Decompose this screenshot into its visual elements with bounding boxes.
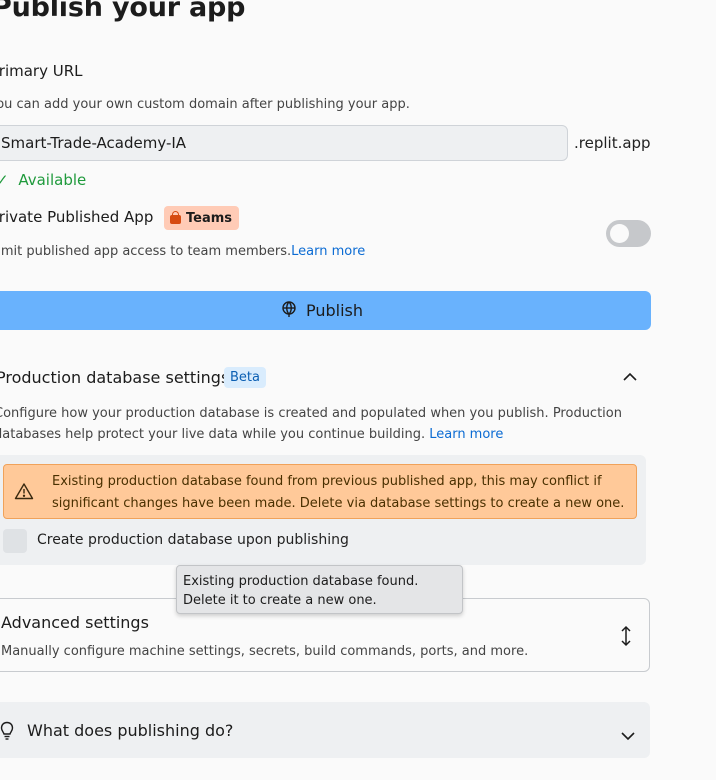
warning-box: Existing production database found from … xyxy=(3,464,637,519)
create-db-checkbox-label: Create production database upon publishi… xyxy=(37,532,349,548)
publish-button[interactable]: Publish xyxy=(0,291,651,330)
advanced-settings-title: Advanced settings xyxy=(1,613,149,632)
primary-url-description: You can add your own custom domain after… xyxy=(0,97,410,112)
availability-text: Available xyxy=(18,171,87,189)
prod-db-description-line1: Configure how your production database i… xyxy=(0,406,622,421)
page-title: Publish your app xyxy=(0,0,246,23)
chevron-down-icon[interactable] xyxy=(621,726,635,745)
prod-db-description: Configure how your production database i… xyxy=(0,403,634,445)
teams-badge-label: Teams xyxy=(186,210,233,226)
tooltip-line1: Existing production database found. xyxy=(183,574,419,589)
faq-card[interactable]: What does publishing do? xyxy=(0,702,650,758)
create-db-checkbox[interactable] xyxy=(3,529,27,553)
private-app-description: Limit published app access to team membe… xyxy=(0,244,365,259)
beta-badge: Beta xyxy=(224,367,266,388)
primary-url-label: Primary URL xyxy=(0,62,83,80)
lightbulb-icon xyxy=(0,721,14,745)
publish-button-label: Publish xyxy=(305,301,364,320)
url-input[interactable]: Smart-Trade-Academy-IA xyxy=(0,125,568,161)
toggle-knob xyxy=(610,224,629,243)
tooltip: Existing production database found. Dele… xyxy=(176,565,463,614)
warning-line2: significant changes have been made. Dele… xyxy=(52,496,625,511)
private-app-description-text: Limit published app access to team membe… xyxy=(0,244,292,259)
url-suffix: .replit.app xyxy=(574,134,651,152)
tooltip-line2: Delete it to create a new one. xyxy=(183,593,377,608)
prod-db-description-line2: databases help protect your live data wh… xyxy=(0,424,634,445)
prod-db-description-text: databases help protect your live data wh… xyxy=(0,427,426,442)
availability-status: ✓ Available xyxy=(0,171,86,189)
globe-icon xyxy=(280,300,298,322)
expand-icon[interactable] xyxy=(620,625,632,651)
chevron-up-icon[interactable] xyxy=(623,367,637,386)
private-app-learn-more-link[interactable]: Learn more xyxy=(291,244,365,259)
prod-db-title[interactable]: Production database settings xyxy=(0,368,229,387)
private-app-toggle[interactable] xyxy=(606,220,651,247)
check-icon: ✓ xyxy=(0,171,9,189)
warning-icon xyxy=(14,482,34,504)
private-app-label: Private Published App xyxy=(0,208,154,226)
briefcase-icon xyxy=(170,210,181,224)
teams-badge: Teams xyxy=(164,206,240,230)
warning-text: Existing production database found from … xyxy=(52,471,625,515)
advanced-settings-description: Manually configure machine settings, sec… xyxy=(1,644,529,659)
warning-line1: Existing production database found from … xyxy=(52,474,602,489)
prod-db-learn-more-link[interactable]: Learn more xyxy=(429,427,503,442)
faq-title: What does publishing do? xyxy=(27,721,234,740)
